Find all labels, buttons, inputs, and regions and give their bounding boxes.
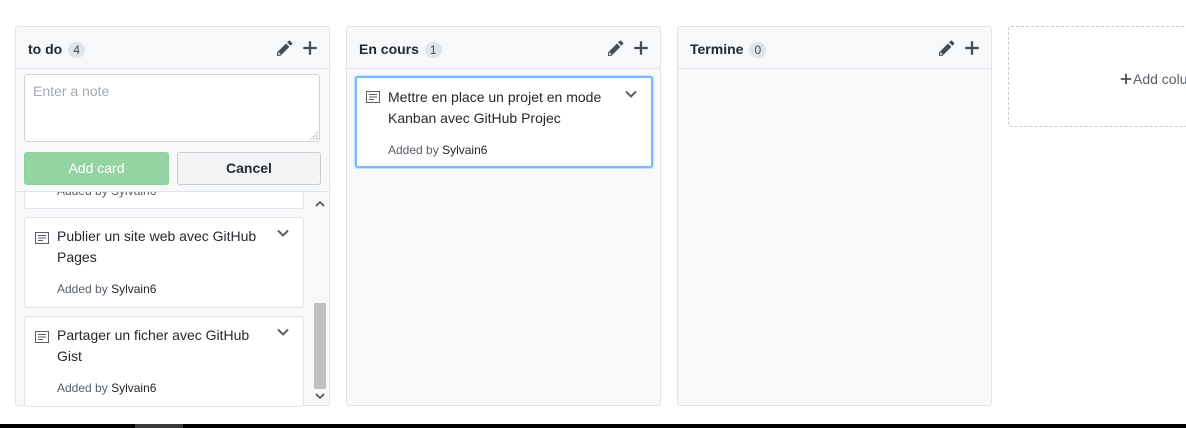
bottom-bar-segment: [135, 424, 183, 428]
bottom-bar: [0, 424, 1186, 428]
add-column-label: Add column: [1119, 71, 1186, 87]
add-column-clip: Add column: [0, 0, 1186, 428]
add-column-button[interactable]: Add column: [1008, 26, 1186, 127]
plus-icon: [1120, 73, 1132, 85]
add-column-text: Add column: [1133, 71, 1186, 87]
